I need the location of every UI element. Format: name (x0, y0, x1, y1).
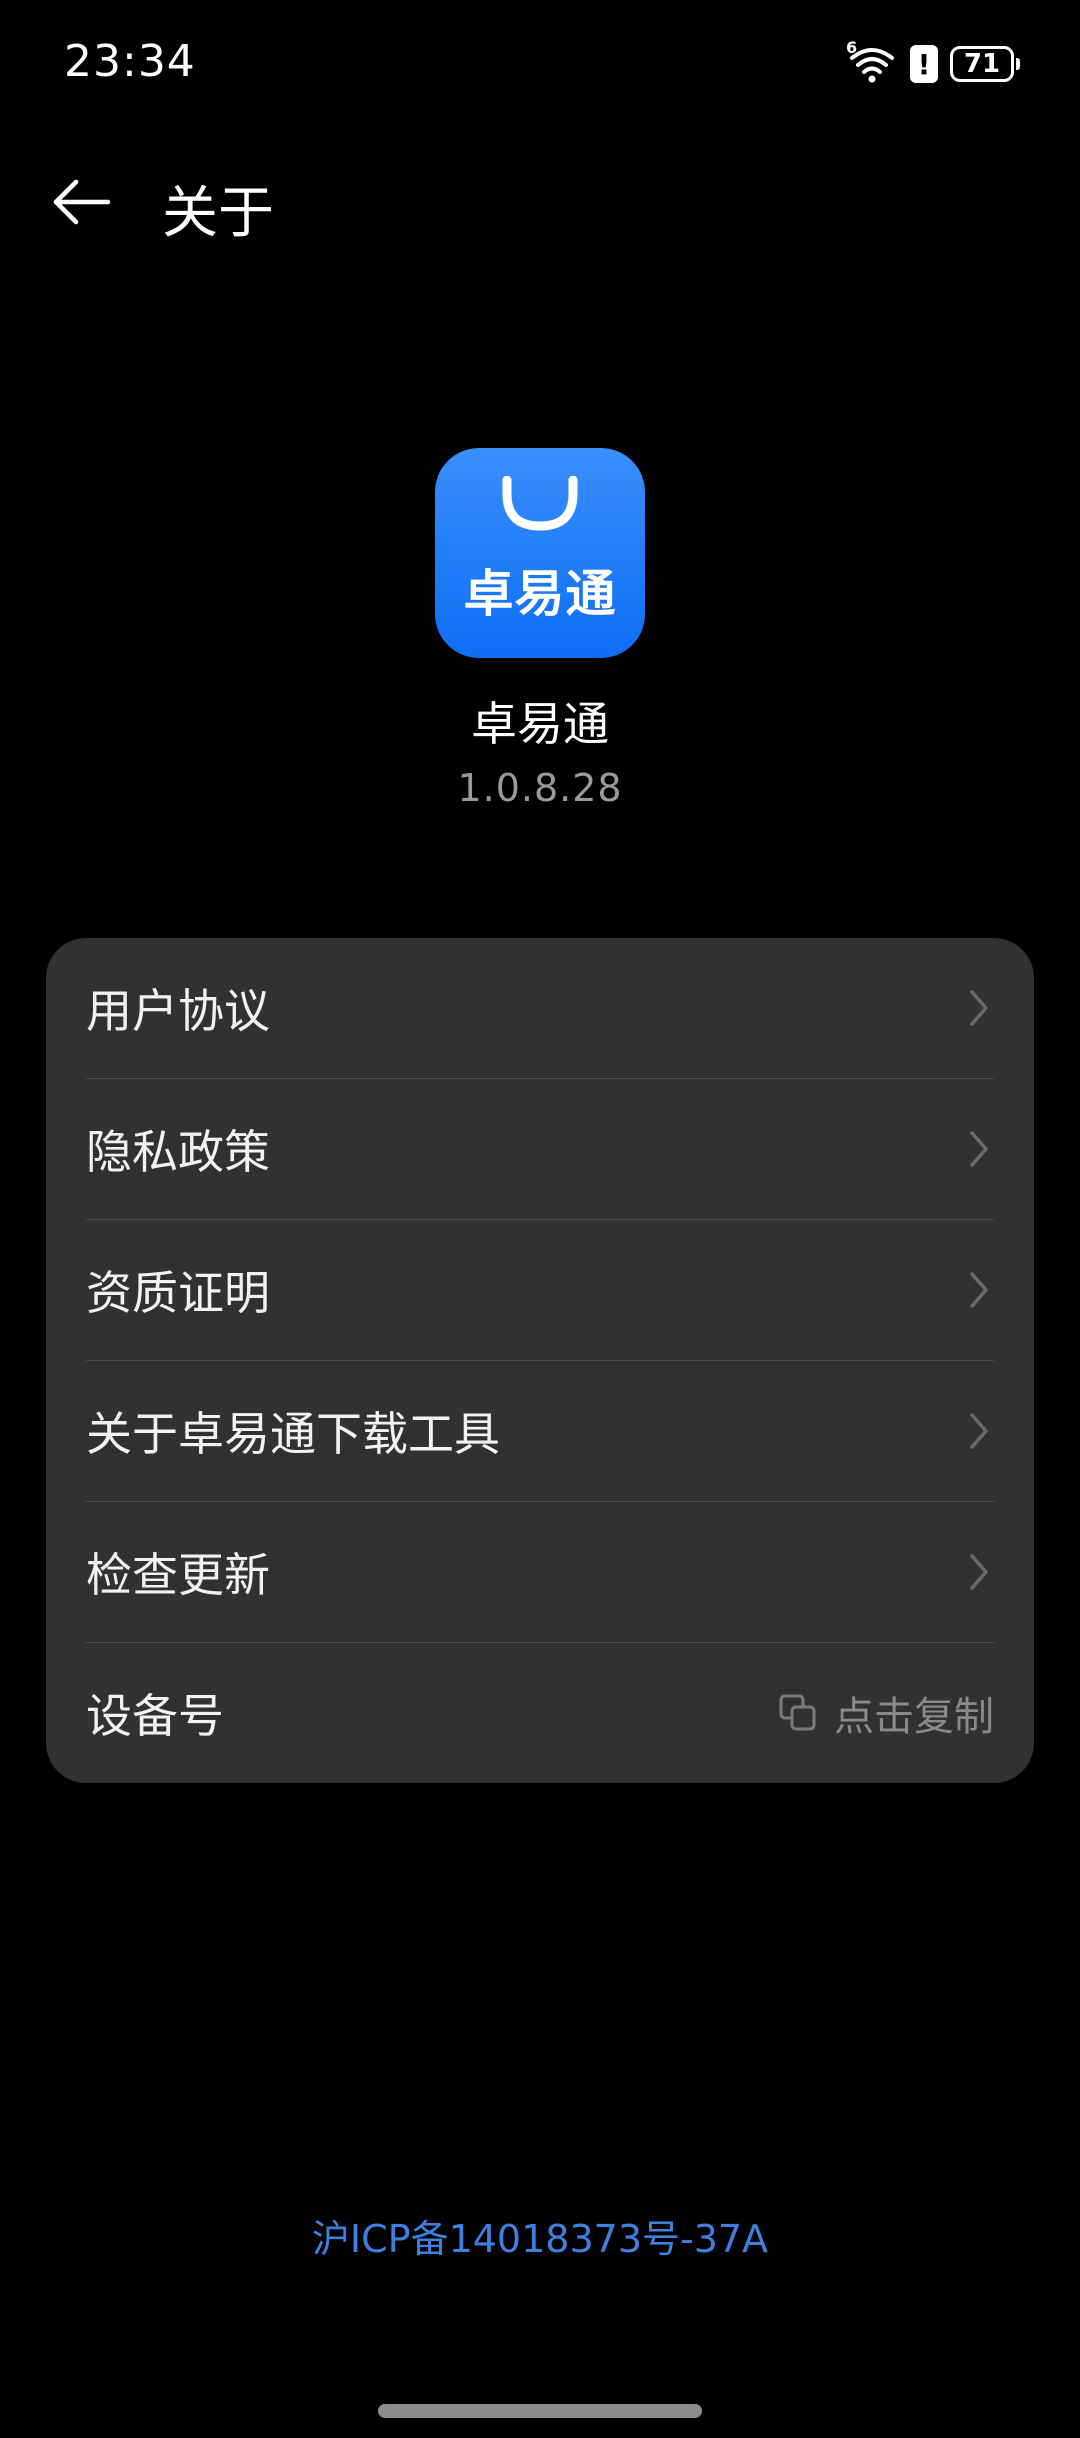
home-indicator[interactable] (378, 2404, 702, 2418)
battery-icon: 71 (950, 46, 1020, 82)
settings-card: 用户协议 隐私政策 资质证明 关于卓易通下载工具 检查更新 设备号 点击复制 (46, 938, 1034, 1783)
menu-item-label: 用户协议 (86, 984, 270, 1038)
menu-item-device-id: 设备号 点击复制 (86, 1643, 994, 1783)
app-icon: 卓易通 (435, 448, 645, 658)
icp-record-link[interactable]: 沪ICP备14018373号-37A (0, 2208, 1080, 2263)
chevron-right-icon (964, 1270, 994, 1310)
alert-icon: ! (910, 45, 938, 83)
bag-handle-icon (502, 476, 578, 531)
menu-item-label: 检查更新 (86, 1548, 270, 1602)
menu-item-about-download-tool[interactable]: 关于卓易通下载工具 (86, 1361, 994, 1502)
app-name: 卓易通 (471, 697, 609, 751)
network-type-label: 6 (846, 38, 858, 57)
menu-item-label: 资质证明 (86, 1266, 270, 1320)
chevron-right-icon (964, 1129, 994, 1169)
menu-item-label: 隐私政策 (86, 1125, 270, 1179)
chevron-right-icon (964, 988, 994, 1028)
chevron-right-icon (964, 1411, 994, 1451)
copy-label: 点击复制 (834, 1694, 994, 1740)
menu-item-label: 关于卓易通下载工具 (86, 1407, 500, 1461)
menu-item-privacy-policy[interactable]: 隐私政策 (86, 1079, 994, 1220)
menu-item-label: 设备号 (86, 1689, 224, 1743)
menu-item-user-agreement[interactable]: 用户协议 (86, 938, 994, 1079)
wifi-icon: 6 (846, 38, 898, 84)
app-version: 1.0.8.28 (457, 766, 623, 810)
app-info: 卓易通 卓易通 1.0.8.28 (0, 448, 1080, 810)
copy-device-id-button[interactable]: 点击复制 (778, 1684, 994, 1742)
page-title: 关于 (162, 181, 274, 246)
battery-level: 71 (963, 49, 1001, 79)
chevron-right-icon (964, 1552, 994, 1592)
app-icon-logo-text: 卓易通 (463, 565, 617, 623)
menu-item-check-update[interactable]: 检查更新 (86, 1502, 994, 1643)
header: 关于 (0, 150, 1080, 250)
status-time: 23:34 (64, 36, 196, 87)
back-arrow-icon (53, 179, 111, 225)
menu-item-qualification[interactable]: 资质证明 (86, 1220, 994, 1361)
status-icons: 6 ! 71 (846, 38, 1020, 84)
back-button[interactable] (40, 162, 120, 242)
status-bar: 23:34 6 ! 71 (0, 0, 1080, 130)
copy-icon (779, 1694, 816, 1731)
